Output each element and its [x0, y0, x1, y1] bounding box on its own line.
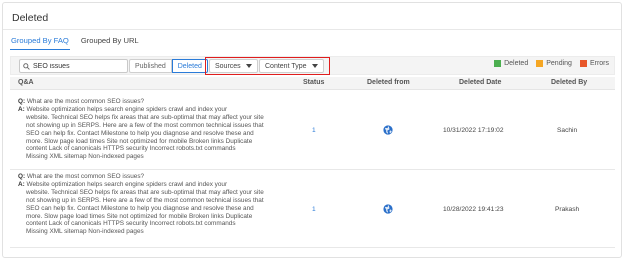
search-box[interactable] [19, 59, 128, 73]
title-divider [3, 29, 621, 30]
answer-line: website. Technical SEO helps fix areas t… [26, 188, 264, 196]
globe-icon[interactable] [383, 125, 393, 135]
legend-label: Pending [546, 60, 572, 67]
answer-line: SEO can help fix. Contact Milestone to h… [26, 129, 254, 137]
search-input[interactable] [33, 62, 125, 70]
table-row[interactable]: Q: What are the most common SEO issues? … [10, 170, 615, 248]
column-header-status: Status [303, 79, 325, 86]
column-header-deleted-date: Deleted Date [459, 79, 502, 86]
question-text: What are the most common SEO issues? [26, 173, 145, 180]
deleted-by-value: Prakash [555, 206, 580, 213]
search-icon [23, 62, 30, 70]
status-legend: Deleted Pending Errors [494, 60, 609, 67]
legend-label: Errors [589, 60, 609, 67]
content-type-label: Content Type [265, 62, 307, 70]
answer-line: more. Slow page load times Site not opti… [26, 212, 253, 220]
legend-deleted: Deleted [494, 60, 528, 67]
q-label: Q: [18, 173, 26, 180]
answer-line: not showing up in SERPS. Here are a few … [26, 121, 264, 129]
sources-label: Sources [215, 62, 241, 70]
deleted-by-value: Sachin [557, 127, 578, 134]
q-label: Q: [18, 98, 26, 105]
legend-errors: Errors [579, 60, 609, 67]
caret-down-icon [311, 64, 318, 68]
column-header-deleted-from: Deleted from [367, 79, 410, 86]
status-filter-group: Published Deleted [129, 59, 208, 73]
content-type-dropdown[interactable]: Content Type [259, 59, 324, 73]
qa-cell: Q: What are the most common SEO issues? … [18, 98, 273, 161]
answer-block: A: Website optimization helps search eng… [18, 106, 273, 161]
answer-block: A: Website optimization helps search eng… [18, 181, 273, 236]
tab-grouped-by-faq[interactable]: Grouped By FAQ [10, 36, 70, 50]
column-header-deleted-by: Deleted By [551, 79, 588, 86]
status-value[interactable]: 1 [312, 206, 316, 213]
published-filter-button[interactable]: Published [129, 59, 172, 73]
answer-line: more. Slow page load times Site not opti… [26, 137, 253, 145]
answer-line: SEO can help fix. Contact Milestone to h… [26, 204, 254, 212]
qa-cell: Q: What are the most common SEO issues? … [18, 173, 273, 236]
page-title: Deleted [12, 12, 49, 24]
sources-dropdown[interactable]: Sources [209, 59, 258, 73]
answer-line: Website optimization helps search engine… [26, 180, 228, 188]
column-header-qa: Q&A [18, 79, 34, 86]
answer-line: not showing up in SERPS. Here are a few … [26, 196, 264, 204]
deleted-date-value: 10/28/2022 19:41:23 [443, 206, 504, 213]
legend-label: Deleted [504, 60, 529, 67]
filter-toolbar: Published Deleted Sources Content Type D… [10, 56, 615, 75]
legend-swatch-pending [536, 60, 544, 67]
deleted-date-value: 10/31/2022 17:19:02 [443, 127, 504, 134]
tab-grouped-by-url[interactable]: Grouped By URL [80, 36, 140, 50]
globe-icon[interactable] [383, 204, 393, 214]
answer-line: Missing XML sitemap Non-indexed pages [26, 228, 144, 236]
a-label: A: [18, 180, 25, 188]
answer-line: content Lack of canonicals HTTPS securit… [26, 145, 236, 153]
answer-line: Missing XML sitemap Non-indexed pages [26, 153, 144, 161]
answer-line: Website optimization helps search engine… [26, 105, 228, 113]
status-value[interactable]: 1 [312, 127, 316, 134]
deleted-filter-button[interactable]: Deleted [171, 59, 208, 73]
question-line: Q: What are the most common SEO issues? [18, 173, 273, 181]
tab-bar: Grouped By FAQ Grouped By URL [10, 36, 140, 50]
table-header: Q&A Status Deleted from Deleted Date Del… [10, 77, 615, 90]
caret-down-icon [245, 64, 252, 68]
deleted-panel: Deleted Grouped By FAQ Grouped By URL Pu… [2, 2, 622, 258]
answer-line: website. Technical SEO helps fix areas t… [26, 113, 264, 121]
legend-swatch-errors [579, 60, 587, 67]
question-line: Q: What are the most common SEO issues? [18, 98, 273, 106]
a-label: A: [18, 105, 25, 113]
answer-line: content Lack of canonicals HTTPS securit… [26, 220, 236, 228]
question-text: What are the most common SEO issues? [26, 98, 145, 105]
legend-pending: Pending [536, 60, 572, 67]
table-row[interactable]: Q: What are the most common SEO issues? … [10, 95, 615, 170]
legend-swatch-deleted [494, 60, 502, 67]
